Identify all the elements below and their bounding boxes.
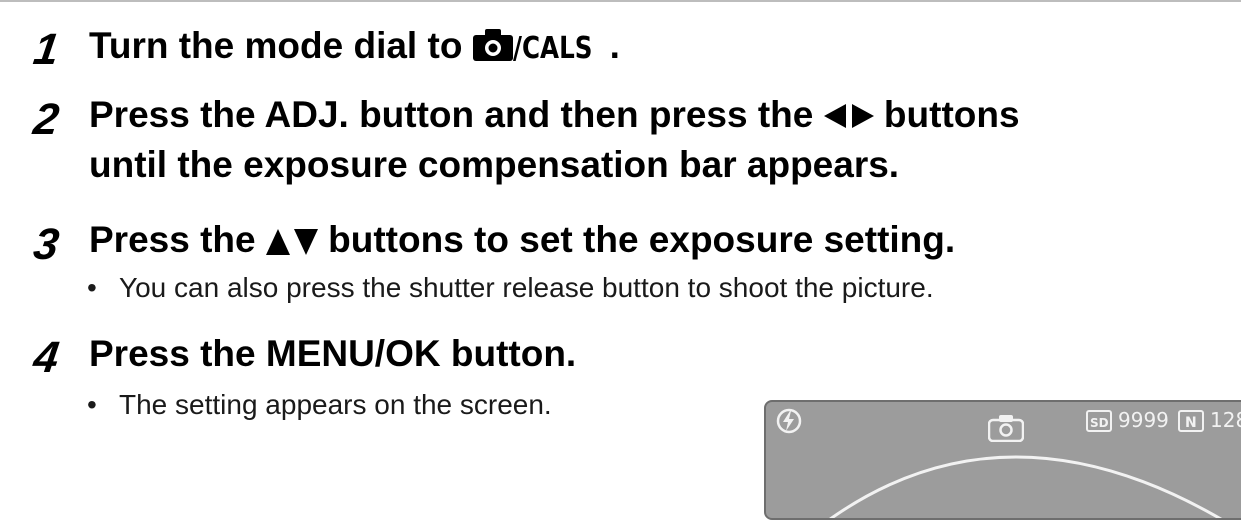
step-3-bullet: • You can also press the shutter release … [87,271,934,305]
step-2-title-suffix: buttons [873,94,1020,135]
step-4-bullet: • The setting appears on the screen. [87,388,552,422]
step-1-title: Turn the mode dial to /CALS. [89,22,620,73]
step-1-mode-text: /CALS [512,31,593,66]
remaining-shots: 9999 [1118,408,1169,432]
bullet-dot: • [87,389,97,420]
step-3-title-suffix: buttons to set the exposure setting. [317,219,956,260]
bullet-dot: • [87,272,97,303]
step-4-number: 4 [30,333,62,382]
image-size: 1280 [1210,408,1241,432]
step-2-title-text: Press the ADJ. button and then press the [89,94,824,135]
flash-off-icon [776,406,802,441]
svg-text:N: N [1185,415,1197,431]
sd-card-icon: SD [1086,410,1112,437]
top-divider [0,0,1241,2]
step-1-period: . [609,25,620,66]
up-down-arrows-icon [265,219,318,267]
left-right-arrows-icon [823,94,874,142]
quality-n-icon: N [1178,410,1204,437]
svg-text:SD: SD [1090,416,1109,430]
step-1-number: 1 [30,25,62,74]
camera-screen-image: SD 9999 N 1280 [764,400,1241,520]
step-2-number: 2 [30,95,62,144]
step-3-title: Press the buttons to set the exposure se… [89,216,955,267]
step-3-bullet-text: You can also press the shutter release b… [119,272,934,303]
step-3-title-text: Press the [89,219,266,260]
camera-mode-icon [987,414,1025,447]
step-4-bullet-text: The setting appears on the screen. [119,389,552,420]
step-1-title-text: Turn the mode dial to [89,25,473,66]
camera-icon [472,25,513,73]
step-4-title: Press the MENU/OK button. [89,333,577,374]
step-2-title-line2: until the exposure compensation bar appe… [89,144,900,185]
step-2-title-line1: Press the ADJ. button and then press the… [89,91,1020,142]
step-3-number: 3 [30,220,62,269]
